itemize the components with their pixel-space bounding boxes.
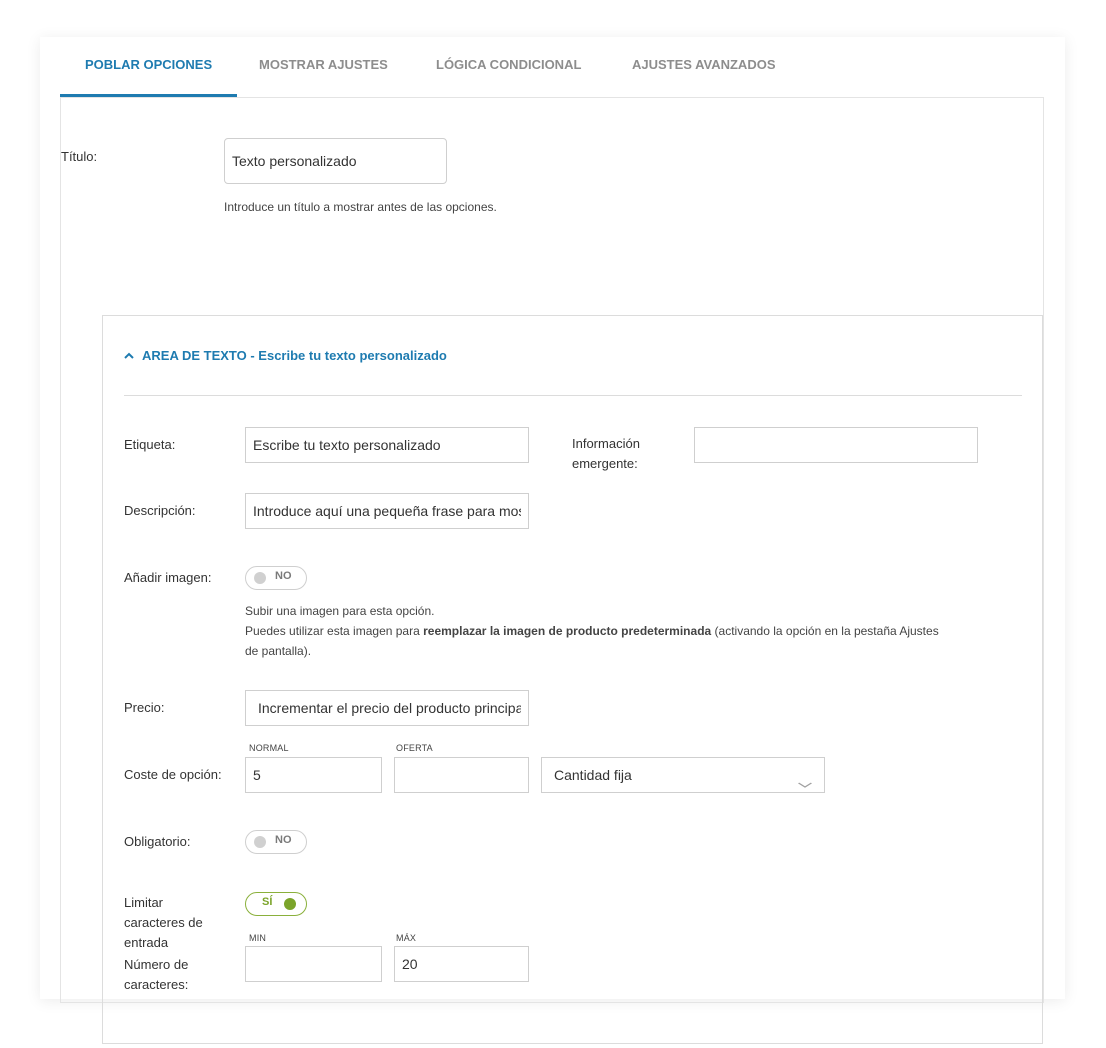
title-input[interactable]: [224, 138, 447, 184]
imagen-help-line1: Subir una imagen para esta opción.: [245, 604, 435, 618]
tab-poblar-opciones[interactable]: POBLAR OPCIONES: [59, 37, 238, 97]
numero-label-line1: Número de: [124, 957, 189, 972]
etiqueta-label: Etiqueta:: [124, 437, 176, 452]
tab-logica-condicional[interactable]: LÓGICA CONDICIONAL: [436, 37, 581, 95]
imagen-help-text: Puedes utilizar esta imagen para: [245, 624, 424, 638]
coste-label: Coste de opción:: [124, 767, 222, 782]
tab-mostrar-ajustes[interactable]: MOSTRAR AJUSTES: [259, 37, 388, 95]
precio-label: Precio:: [124, 700, 165, 715]
price-type-value: Cantidad fija: [554, 767, 632, 783]
limitar-label-line3: entrada: [124, 935, 169, 950]
sale-price-input[interactable]: [394, 757, 529, 793]
tooltip-input[interactable]: [694, 427, 978, 463]
normal-label: NORMAL: [249, 743, 289, 753]
section-divider: [124, 395, 1022, 396]
limitar-label-line1: Limitar: [124, 895, 164, 910]
price-type-select[interactable]: Cantidad fija: [541, 757, 825, 793]
normal-price-input[interactable]: [245, 757, 382, 793]
obligatorio-label: Obligatorio:: [124, 834, 191, 849]
limit-chars-toggle[interactable]: SÍ: [245, 892, 307, 916]
chevron-down-icon: [797, 768, 813, 792]
add-image-toggle[interactable]: NO: [245, 566, 307, 590]
chevron-up-icon: [124, 351, 134, 363]
oferta-label: OFERTA: [396, 743, 433, 753]
max-chars-input[interactable]: [394, 946, 529, 982]
min-label: MIN: [249, 933, 267, 943]
tooltip-label-line2: emergente:: [572, 456, 638, 471]
imagen-help-line3: de pantalla).: [245, 644, 312, 658]
text-area-section: AREA DE TEXTO - Escribe tu texto persona…: [102, 315, 1043, 1044]
imagen-help-bold: reemplazar la imagen de producto predete…: [423, 624, 712, 638]
descripcion-label: Descripción:: [124, 503, 196, 518]
toggle-state-label: NO: [275, 834, 292, 846]
imagen-help-line2: Puedes utilizar esta imagen para reempla…: [245, 621, 939, 641]
tab-bar: POBLAR OPCIONES MOSTRAR AJUSTES LÓGICA C…: [59, 37, 1043, 98]
etiqueta-input[interactable]: [245, 427, 529, 463]
numero-label-line2: caracteres:: [124, 977, 189, 992]
section-title-type: AREA DE TEXTO: [142, 348, 247, 363]
toggle-state-label: NO: [275, 570, 292, 582]
section-title-label: - Escribe tu texto personalizado: [246, 348, 447, 363]
limitar-label-line2: caracteres de: [124, 915, 203, 930]
title-help-text: Introduce un título a mostrar antes de l…: [224, 200, 497, 214]
settings-card: POBLAR OPCIONES MOSTRAR AJUSTES LÓGICA C…: [40, 37, 1065, 1044]
required-toggle[interactable]: NO: [245, 830, 307, 854]
toggle-state-label: SÍ: [262, 896, 273, 908]
imagen-label: Añadir imagen:: [124, 570, 212, 585]
precio-select[interactable]: [245, 690, 529, 726]
section-header-toggle[interactable]: AREA DE TEXTO - Escribe tu texto persona…: [124, 348, 447, 363]
toggle-knob: [284, 898, 296, 910]
min-chars-input[interactable]: [245, 946, 382, 982]
max-label: MÁX: [396, 933, 417, 943]
options-panel: Título: Introduce un título a mostrar an…: [60, 97, 1044, 1044]
title-label: Título:: [61, 149, 98, 164]
toggle-knob: [254, 572, 266, 584]
toggle-knob: [254, 836, 266, 848]
tooltip-label-line1: Información: [572, 436, 640, 451]
tab-ajustes-avanzados[interactable]: AJUSTES AVANZADOS: [632, 37, 776, 95]
descripcion-input[interactable]: [245, 493, 529, 529]
imagen-help-text-post: (activando la opción en la pestaña Ajust…: [711, 624, 939, 638]
